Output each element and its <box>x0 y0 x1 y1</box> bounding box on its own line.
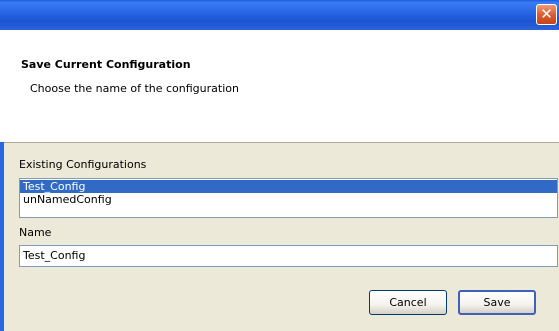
dialog-title: Save Current Configuration <box>21 58 191 71</box>
close-icon: ✕ <box>540 5 553 23</box>
name-label: Name <box>19 226 52 239</box>
existing-configurations-label: Existing Configurations <box>19 158 147 171</box>
list-item[interactable]: Test_Config <box>20 180 557 193</box>
list-item[interactable]: unNamedConfig <box>20 193 557 206</box>
title-bar[interactable]: ✕ <box>0 0 559 30</box>
existing-configurations-list[interactable]: Test_Config unNamedConfig <box>19 178 558 218</box>
save-button[interactable]: Save <box>458 290 536 315</box>
close-button[interactable]: ✕ <box>536 4 557 25</box>
dialog-subtitle: Choose the name of the configuration <box>30 82 239 95</box>
cancel-button[interactable]: Cancel <box>369 290 447 315</box>
save-configuration-dialog: ✕ Save Current Configuration Choose the … <box>0 0 559 331</box>
name-input[interactable]: Test_Config <box>19 245 558 267</box>
